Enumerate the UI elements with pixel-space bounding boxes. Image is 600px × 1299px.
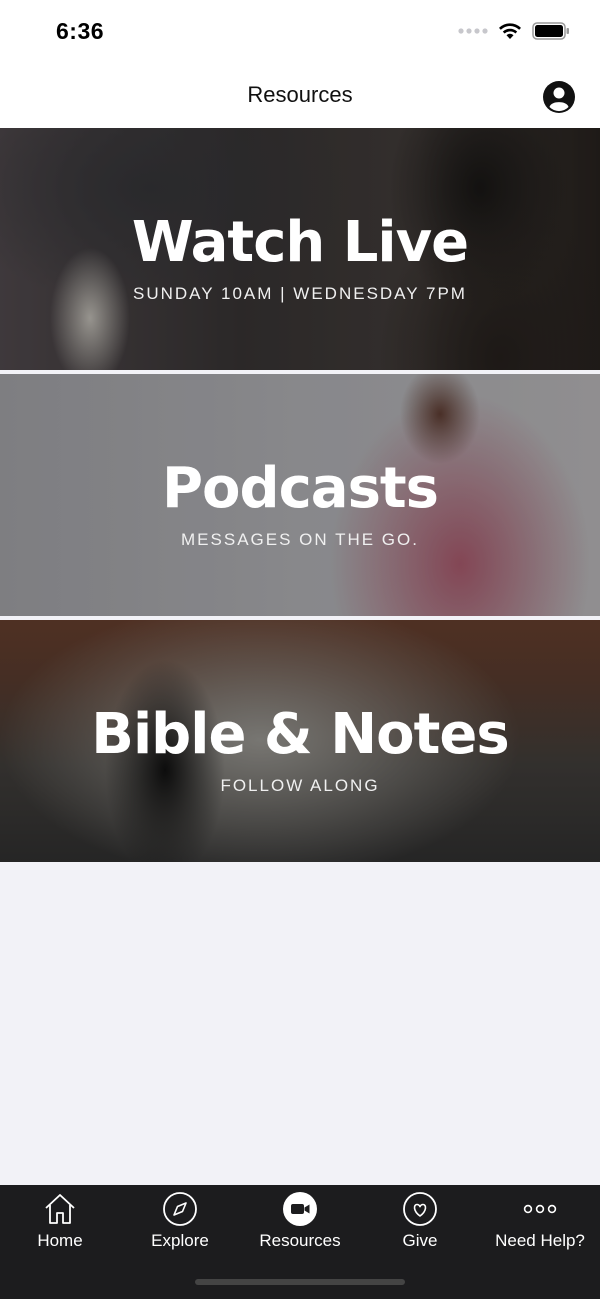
tab-give[interactable]: Give xyxy=(360,1191,480,1261)
podcasts-card[interactable]: Podcasts MESSAGES ON THE GO. xyxy=(0,374,600,616)
heart-icon xyxy=(403,1192,437,1226)
status-icons xyxy=(458,22,570,40)
video-camera-icon xyxy=(283,1192,317,1226)
person-circle-icon xyxy=(543,81,575,113)
bible-notes-title: Bible & Notes xyxy=(91,702,509,767)
tab-explore[interactable]: Explore xyxy=(120,1191,240,1261)
watch-live-subtitle: SUNDAY 10AM | WEDNESDAY 7PM xyxy=(133,284,467,303)
tab-home[interactable]: Home xyxy=(0,1191,120,1261)
home-indicator xyxy=(195,1279,405,1285)
watch-live-card[interactable]: Watch Live SUNDAY 10AM | WEDNESDAY 7PM xyxy=(0,128,600,370)
tab-give-label: Give xyxy=(402,1231,438,1250)
tab-resources-label: Resources xyxy=(259,1231,341,1250)
watch-live-title: Watch Live xyxy=(131,210,469,275)
page-title: Resources xyxy=(247,82,353,107)
tab-resources[interactable]: Resources xyxy=(240,1191,360,1261)
tab-explore-label: Explore xyxy=(151,1231,209,1250)
podcasts-subtitle: MESSAGES ON THE GO. xyxy=(181,530,419,549)
home-icon xyxy=(45,1194,75,1224)
compass-icon xyxy=(163,1192,197,1226)
bible-notes-card[interactable]: Bible & Notes FOLLOW ALONG xyxy=(0,620,600,862)
status-time: 6:36 xyxy=(56,18,105,44)
tab-need-help[interactable]: Need Help? xyxy=(480,1191,600,1261)
more-dots-icon xyxy=(523,1204,557,1214)
status-bar: 6:36 xyxy=(0,0,600,66)
signal-dots-icon xyxy=(458,28,488,34)
wifi-icon xyxy=(499,23,521,39)
navigation-bar: Resources xyxy=(0,66,600,128)
profile-button[interactable] xyxy=(542,80,576,114)
bible-notes-subtitle: FOLLOW ALONG xyxy=(220,776,380,795)
tab-need-help-label: Need Help? xyxy=(495,1231,585,1250)
podcasts-title: Podcasts xyxy=(161,456,439,521)
battery-icon xyxy=(532,22,569,40)
tab-home-label: Home xyxy=(37,1231,83,1250)
